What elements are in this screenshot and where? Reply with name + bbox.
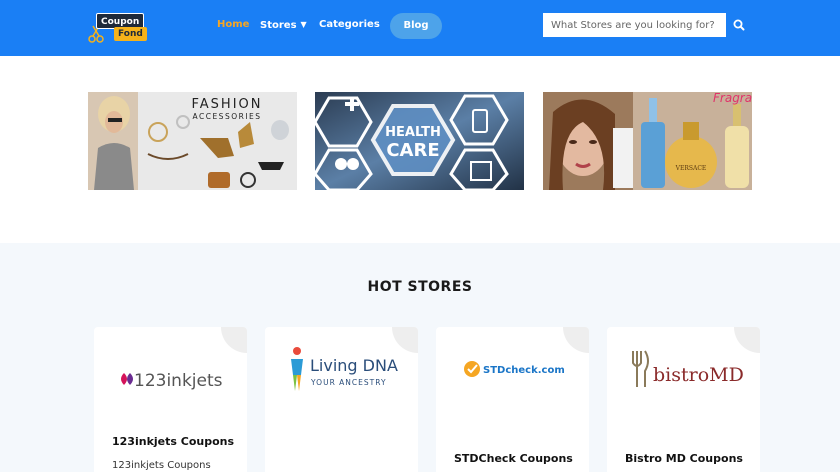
store-logo-123inkjets: 123inkjets [104,341,237,401]
store-card-livingdna[interactable]: Living DNA YOUR ANCESTRY [265,327,418,472]
store-logo-tagline: YOUR ANCESTRY [310,378,387,387]
site-header: Coupon Fond Home Stores ▼ Categories Blog [0,0,840,56]
store-card-title[interactable]: STDCheck Coupons [454,452,573,465]
hot-stores-title: HOT STORES [367,279,473,295]
site-logo[interactable]: Coupon Fond [88,13,154,43]
svg-text:FragranceX: FragranceX [713,92,752,105]
nav-home[interactable]: Home [217,18,249,32]
nav-stores-label: Stores [260,20,297,31]
nav-categories[interactable]: Categories [319,18,380,32]
banner-fashion-accessories[interactable]: FASHION ACCESSORIES [88,92,297,190]
banner-fashion-title: FASHION [192,97,263,112]
banner-health-title: HEALTH [385,125,441,140]
banner-fragrance-brand: VERSACE [675,165,707,172]
store-card-title[interactable]: Bistro MD Coupons [625,452,743,465]
store-logo-stdcheck: STDcheck.com [446,341,579,401]
banner-health-subtitle: CARE [386,140,439,161]
nav-stores[interactable]: Stores ▼ [260,18,307,33]
store-card-bistromd[interactable]: bistroMD Bistro MD Coupons [607,327,760,472]
store-logo-bistromd: bistroMD [617,341,750,401]
banner-fragrance[interactable]: FragranceX VERSACE [543,92,752,190]
store-card-title[interactable]: 123inkjets Coupons [112,435,234,448]
banner-health-care[interactable]: HEALTH CARE [315,92,524,190]
blog-button[interactable]: Blog [390,13,442,39]
search-icon [733,19,745,31]
logo-text-fond: Fond [114,27,147,41]
store-card-subtitle: 123inkjets Coupons [112,460,211,471]
search-input[interactable] [543,13,726,37]
store-logo-text: 123inkjets [134,371,223,391]
chevron-down-icon: ▼ [300,20,307,29]
banner-fashion-subtitle: ACCESSORIES [192,112,261,121]
store-logo-livingdna: Living DNA YOUR ANCESTRY [275,341,408,401]
store-card-123inkjets[interactable]: 123inkjets 123inkjets Coupons 123inkjets… [94,327,247,472]
store-logo-text: Living DNA [310,356,398,375]
search-button[interactable] [728,13,750,37]
store-logo-text: bistroMD [653,364,744,386]
store-logo-text: STDcheck.com [483,365,565,376]
store-card-stdcheck[interactable]: STDcheck.com STDCheck Coupons [436,327,589,472]
